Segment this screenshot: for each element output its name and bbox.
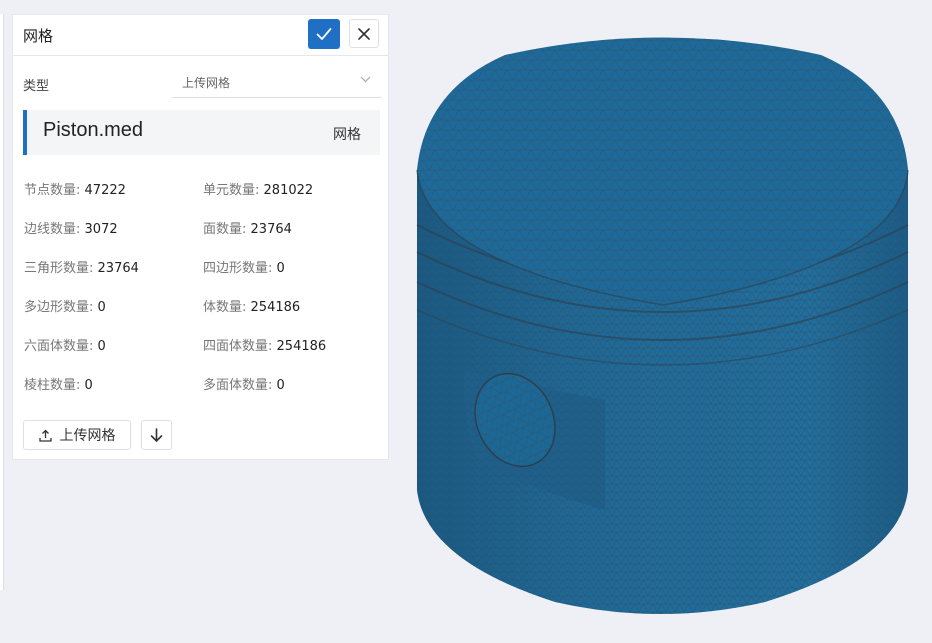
mesh-panel: 网格 类型 上传网格 Piston.med 网格 节点数量: 47222 单元数… [12,14,389,460]
upload-icon [38,429,52,442]
stat-polygon-count: 多边形数量: 0 [24,300,106,315]
panel-title: 网格 [23,27,54,45]
left-sidebar-edge [0,14,4,590]
stat-volume-count: 体数量: 254186 [203,300,301,315]
stat-hexahedron-count: 六面体数量: 0 [24,339,106,354]
stat-element-count: 单元数量: 281022 [203,183,314,198]
type-field-row: 类型 上传网格 [23,75,381,101]
file-name: Piston.med [43,119,144,141]
stat-prism-count: 棱柱数量: 0 [24,378,93,393]
type-label: 类型 [23,79,50,94]
upload-mesh-label: 上传网格 [59,428,116,444]
chevron-down-icon [360,76,371,83]
close-button[interactable] [349,19,379,48]
check-icon [316,28,332,40]
stat-edge-count: 边线数量: 3072 [24,222,118,237]
confirm-button[interactable] [308,19,340,49]
arrow-down-icon [150,427,163,442]
close-icon [358,27,370,40]
stat-face-count: 面数量: 23764 [203,222,292,237]
stat-quad-count: 四边形数量: 0 [203,261,285,276]
type-select-value: 上传网格 [182,76,231,90]
stat-tetrahedron-count: 四面体数量: 254186 [203,339,327,354]
panel-header: 网格 [13,15,388,56]
file-type-label: 网格 [333,127,361,143]
stat-triangle-count: 三角形数量: 23764 [24,261,139,276]
download-button[interactable] [141,420,172,450]
upload-mesh-button[interactable]: 上传网格 [23,420,131,450]
stat-node-count: 节点数量: 47222 [24,183,126,198]
type-select[interactable]: 上传网格 [172,68,381,98]
mesh-file-card: Piston.med 网格 [23,110,380,155]
stat-polyhedron-count: 多面体数量: 0 [203,378,285,393]
piston-mesh-model[interactable] [405,20,920,625]
